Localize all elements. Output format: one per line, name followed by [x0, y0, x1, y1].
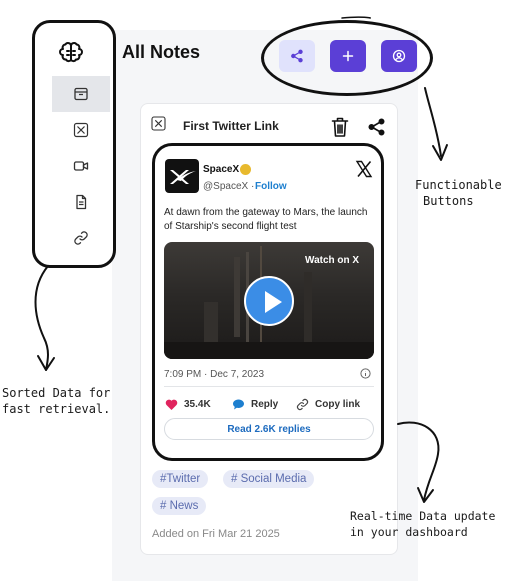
annotation-realtime-line2: in your dashboard: [350, 525, 468, 539]
x-logo-icon[interactable]: [355, 160, 373, 178]
added-date: Added on Fri Mar 21 2025: [152, 528, 280, 540]
share-button[interactable]: [279, 40, 315, 72]
page-title: All Notes: [122, 42, 201, 62]
annotation-realtime: Real-time Data update in your dashboard: [350, 508, 495, 540]
sidebar-item-video[interactable]: [52, 148, 110, 184]
reply-bubble-icon: [233, 399, 244, 409]
link-icon: [296, 398, 309, 410]
play-button[interactable]: [244, 276, 294, 326]
x-logo-icon: [73, 122, 89, 138]
verified-badge-icon: [240, 164, 251, 175]
heart-icon: [165, 399, 178, 410]
sidebar-item-links[interactable]: [52, 220, 110, 256]
x-logo-icon: [151, 116, 166, 131]
tweet-author-name[interactable]: SpaceX: [203, 164, 239, 175]
plus-icon: [342, 50, 354, 62]
info-icon[interactable]: [360, 368, 371, 379]
watch-on-x-label[interactable]: Watch on X: [305, 255, 359, 266]
annotation-sidebar-line1: Sorted Data for: [2, 386, 111, 400]
avatar[interactable]: [165, 159, 199, 193]
brain-icon[interactable]: [59, 41, 83, 65]
read-replies-button[interactable]: Read 2.6K replies: [164, 418, 374, 440]
reply-action[interactable]: Reply: [232, 397, 278, 411]
video-icon: [73, 161, 89, 171]
annotation-sidebar-line2: fast retrieval.: [2, 402, 111, 416]
annotation-buttons-line2: Buttons: [423, 194, 474, 208]
sidebar-item-documents[interactable]: [52, 184, 110, 220]
add-content-button[interactable]: [330, 40, 366, 72]
tweet-text: At dawn from the gateway to Mars, the la…: [164, 207, 368, 232]
reply-label: Reply: [251, 398, 279, 410]
copy-link-label: Copy link: [315, 398, 361, 410]
annotation-buttons: Functionable Buttons: [415, 177, 502, 209]
tag-news[interactable]: # News: [152, 497, 207, 515]
tweet-date[interactable]: 7:09 PM · Dec 7, 2023: [164, 369, 264, 380]
user-circle-icon: [392, 49, 406, 63]
trash-icon[interactable]: [331, 116, 349, 138]
copy-link-action[interactable]: Copy link: [296, 397, 360, 411]
tag-twitter[interactable]: #Twitter: [152, 470, 209, 488]
tweet-handle[interactable]: @SpaceX ·: [203, 181, 254, 192]
follow-link[interactable]: Follow: [255, 181, 287, 192]
like-action[interactable]: 35.4K: [165, 397, 211, 411]
handle-separator: ·: [250, 181, 255, 192]
inbox-icon: [74, 87, 88, 101]
play-icon: [265, 291, 282, 313]
tweet-divider: [164, 386, 374, 387]
annotation-buttons-line1: Functionable: [415, 178, 502, 192]
share-icon: [291, 49, 303, 63]
document-icon: [76, 194, 87, 210]
share-icon[interactable]: [368, 118, 385, 136]
link-icon: [74, 231, 88, 245]
annotation-realtime-line1: Real-time Data update: [350, 509, 496, 523]
sidebar-item-inbox[interactable]: [52, 76, 110, 112]
note-title: First Twitter Link: [183, 119, 279, 133]
profile-button[interactable]: [381, 40, 417, 72]
sidebar-item-twitter[interactable]: [52, 112, 110, 148]
like-count: 35.4K: [184, 398, 211, 410]
annotation-sidebar: Sorted Data for fast retrieval.: [2, 385, 110, 417]
tag-social-media[interactable]: # Social Media: [223, 470, 315, 488]
spacex-logo-icon: [170, 170, 196, 184]
tweet-handle-text: @SpaceX: [203, 181, 249, 192]
